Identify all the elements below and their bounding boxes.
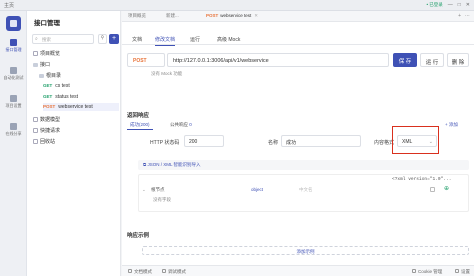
add-field-icon[interactable]: ⊕: [444, 185, 449, 192]
response-section-title: 返回响应: [127, 113, 150, 119]
rail-item-label: 接口管理: [5, 47, 22, 52]
required-checkbox[interactable]: [430, 187, 435, 192]
login-status[interactable]: • 已登录: [426, 2, 442, 8]
tab-edit-doc[interactable]: 修改文档: [155, 36, 176, 46]
status-code-label: HTTP 状态码: [150, 140, 180, 146]
tree-item-overview[interactable]: 项目概览: [33, 50, 60, 57]
folder-icon: [33, 62, 38, 67]
method-badge: POST: [206, 13, 219, 18]
tab-new[interactable]: 新建...: [166, 13, 179, 19]
title-bar-right: • 已登录 — □ ✕: [426, 2, 470, 8]
add-tab-icon[interactable]: +: [458, 13, 461, 19]
tab-common-response[interactable]: 公共响应 0: [167, 121, 195, 129]
model-icon: [33, 117, 38, 123]
tree-item-root[interactable]: 根目录: [39, 72, 61, 79]
add-response-link[interactable]: + 添加: [445, 122, 458, 128]
close-icon[interactable]: ✕: [466, 2, 470, 8]
add-button[interactable]: +: [109, 34, 119, 44]
filter-icon[interactable]: ⚲: [98, 34, 107, 44]
test-icon: [10, 67, 17, 74]
json-import-bar[interactable]: ⧉ JSON / XML 智能识别导入: [138, 160, 469, 170]
trash-icon: [33, 139, 38, 145]
tab-overview[interactable]: 项目概览: [128, 13, 146, 19]
save-button[interactable]: 保 存: [393, 53, 417, 67]
tab-advanced-mock[interactable]: 高级 Mock: [217, 36, 240, 43]
tree-item-api[interactable]: 接口: [33, 61, 50, 68]
tree-item-cs-test[interactable]: GET cs test: [43, 83, 70, 89]
tree-item-trash[interactable]: 回收站: [33, 138, 55, 145]
rail-item-label: 在线分享: [5, 131, 22, 136]
tree-item-webservice-test[interactable]: POST webservice test: [43, 103, 119, 111]
share-icon: [10, 123, 17, 130]
api-icon: [10, 39, 17, 46]
root-description[interactable]: 中文名: [299, 187, 313, 193]
tab-run[interactable]: 运行: [190, 36, 200, 43]
panel-title: 接口管理: [34, 20, 60, 27]
expand-icon[interactable]: ⌄: [142, 187, 146, 193]
document-tabs: 项目概览 新建... POST webservice test ✕ + ⋯: [122, 11, 474, 22]
root-node-label: 根节点: [151, 187, 165, 192]
cookie-manager-button[interactable]: Cookie 管理: [412, 269, 442, 275]
sub-tabs: 文档 修改文档 运行 高级 Mock: [122, 35, 474, 46]
maximize-icon[interactable]: □: [458, 2, 461, 8]
doc-mode-toggle[interactable]: 文档模式: [128, 269, 152, 275]
tab-doc[interactable]: 文档: [132, 36, 142, 43]
tab-webservice-test[interactable]: POST webservice test ✕: [206, 13, 258, 19]
close-tab-icon[interactable]: ✕: [254, 13, 258, 18]
tab-response-success[interactable]: 成功(200): [127, 121, 153, 130]
content-type-label: 内容格式: [374, 140, 395, 146]
quick-request-icon: [33, 128, 38, 134]
debug-mode-icon: [162, 269, 166, 274]
status-bar: 文档模式 调试模式 Cookie 管理 设置: [122, 265, 474, 276]
status-code-input[interactable]: 200: [184, 135, 224, 147]
name-label: 名称: [268, 140, 279, 146]
main-panel: 项目概览 新建... POST webservice test ✕ + ⋯ 文档 修…: [122, 11, 474, 276]
home-tab[interactable]: 主页: [4, 2, 14, 9]
name-input[interactable]: 成功: [281, 135, 361, 147]
title-bar: 主页 • 已登录 — □ ✕: [0, 0, 474, 11]
tab-actions: + ⋯: [458, 13, 470, 19]
rail-item-test[interactable]: 自动化测试: [0, 67, 27, 81]
left-rail: 接口管理 自动化测试 项目设置 在线分享: [0, 11, 27, 276]
url-input[interactable]: http://127.0.0.1:3006/api/v1/webservice: [167, 53, 389, 67]
method-badge: GET: [43, 83, 53, 88]
rail-item-share[interactable]: 在线分享: [0, 123, 27, 137]
examples-section-title: 响应示例: [127, 233, 150, 239]
gear-icon: [455, 269, 459, 274]
overview-icon: [33, 51, 38, 57]
highlight-box: [392, 126, 439, 154]
xml-header: <?xml version="1.0"...: [392, 177, 452, 182]
cookie-icon: [412, 269, 416, 274]
app-logo: [6, 16, 21, 31]
request-row: POST http://127.0.0.1:3006/api/v1/webser…: [127, 53, 469, 67]
run-button[interactable]: 运 行: [420, 53, 444, 67]
add-example-button[interactable]: 添加示例: [142, 246, 469, 255]
response-schema-editor: <?xml version="1.0"... ⌄ 根节点 object 中文名 …: [138, 174, 469, 212]
no-fields-hint: 没有字段: [153, 197, 171, 202]
tree-item-status-test[interactable]: GET status test: [43, 94, 78, 100]
tree-search-input[interactable]: 搜索: [32, 34, 94, 44]
settings-icon: [10, 95, 17, 102]
minimize-icon[interactable]: —: [448, 2, 453, 8]
settings-button[interactable]: 设置: [455, 269, 470, 275]
debug-mode-toggle[interactable]: 调试模式: [162, 269, 186, 275]
rail-item-label: 自动化测试: [3, 75, 24, 80]
doc-mode-icon: [128, 269, 132, 274]
method-select[interactable]: POST: [127, 53, 165, 67]
rail-item-api[interactable]: 接口管理: [0, 39, 27, 53]
rail-item-settings[interactable]: 项目设置: [0, 95, 27, 109]
more-icon[interactable]: ⋯: [465, 13, 470, 19]
method-badge: GET: [43, 94, 53, 99]
tree-item-data-models[interactable]: 数据模型: [33, 116, 60, 123]
mock-hint: 没有 Mock 功能: [151, 71, 183, 76]
method-badge: POST: [43, 104, 56, 109]
rail-item-label: 项目设置: [5, 103, 22, 108]
api-tree-panel: 接口管理 搜索 ⚲ + 项目概览 接口 根目录 GETcs test GETst…: [27, 11, 121, 276]
delete-button[interactable]: 删 除: [447, 53, 469, 67]
tree-item-quick-request[interactable]: 快捷请求: [33, 127, 60, 134]
root-type[interactable]: object: [251, 187, 263, 192]
folder-icon: [39, 73, 44, 78]
